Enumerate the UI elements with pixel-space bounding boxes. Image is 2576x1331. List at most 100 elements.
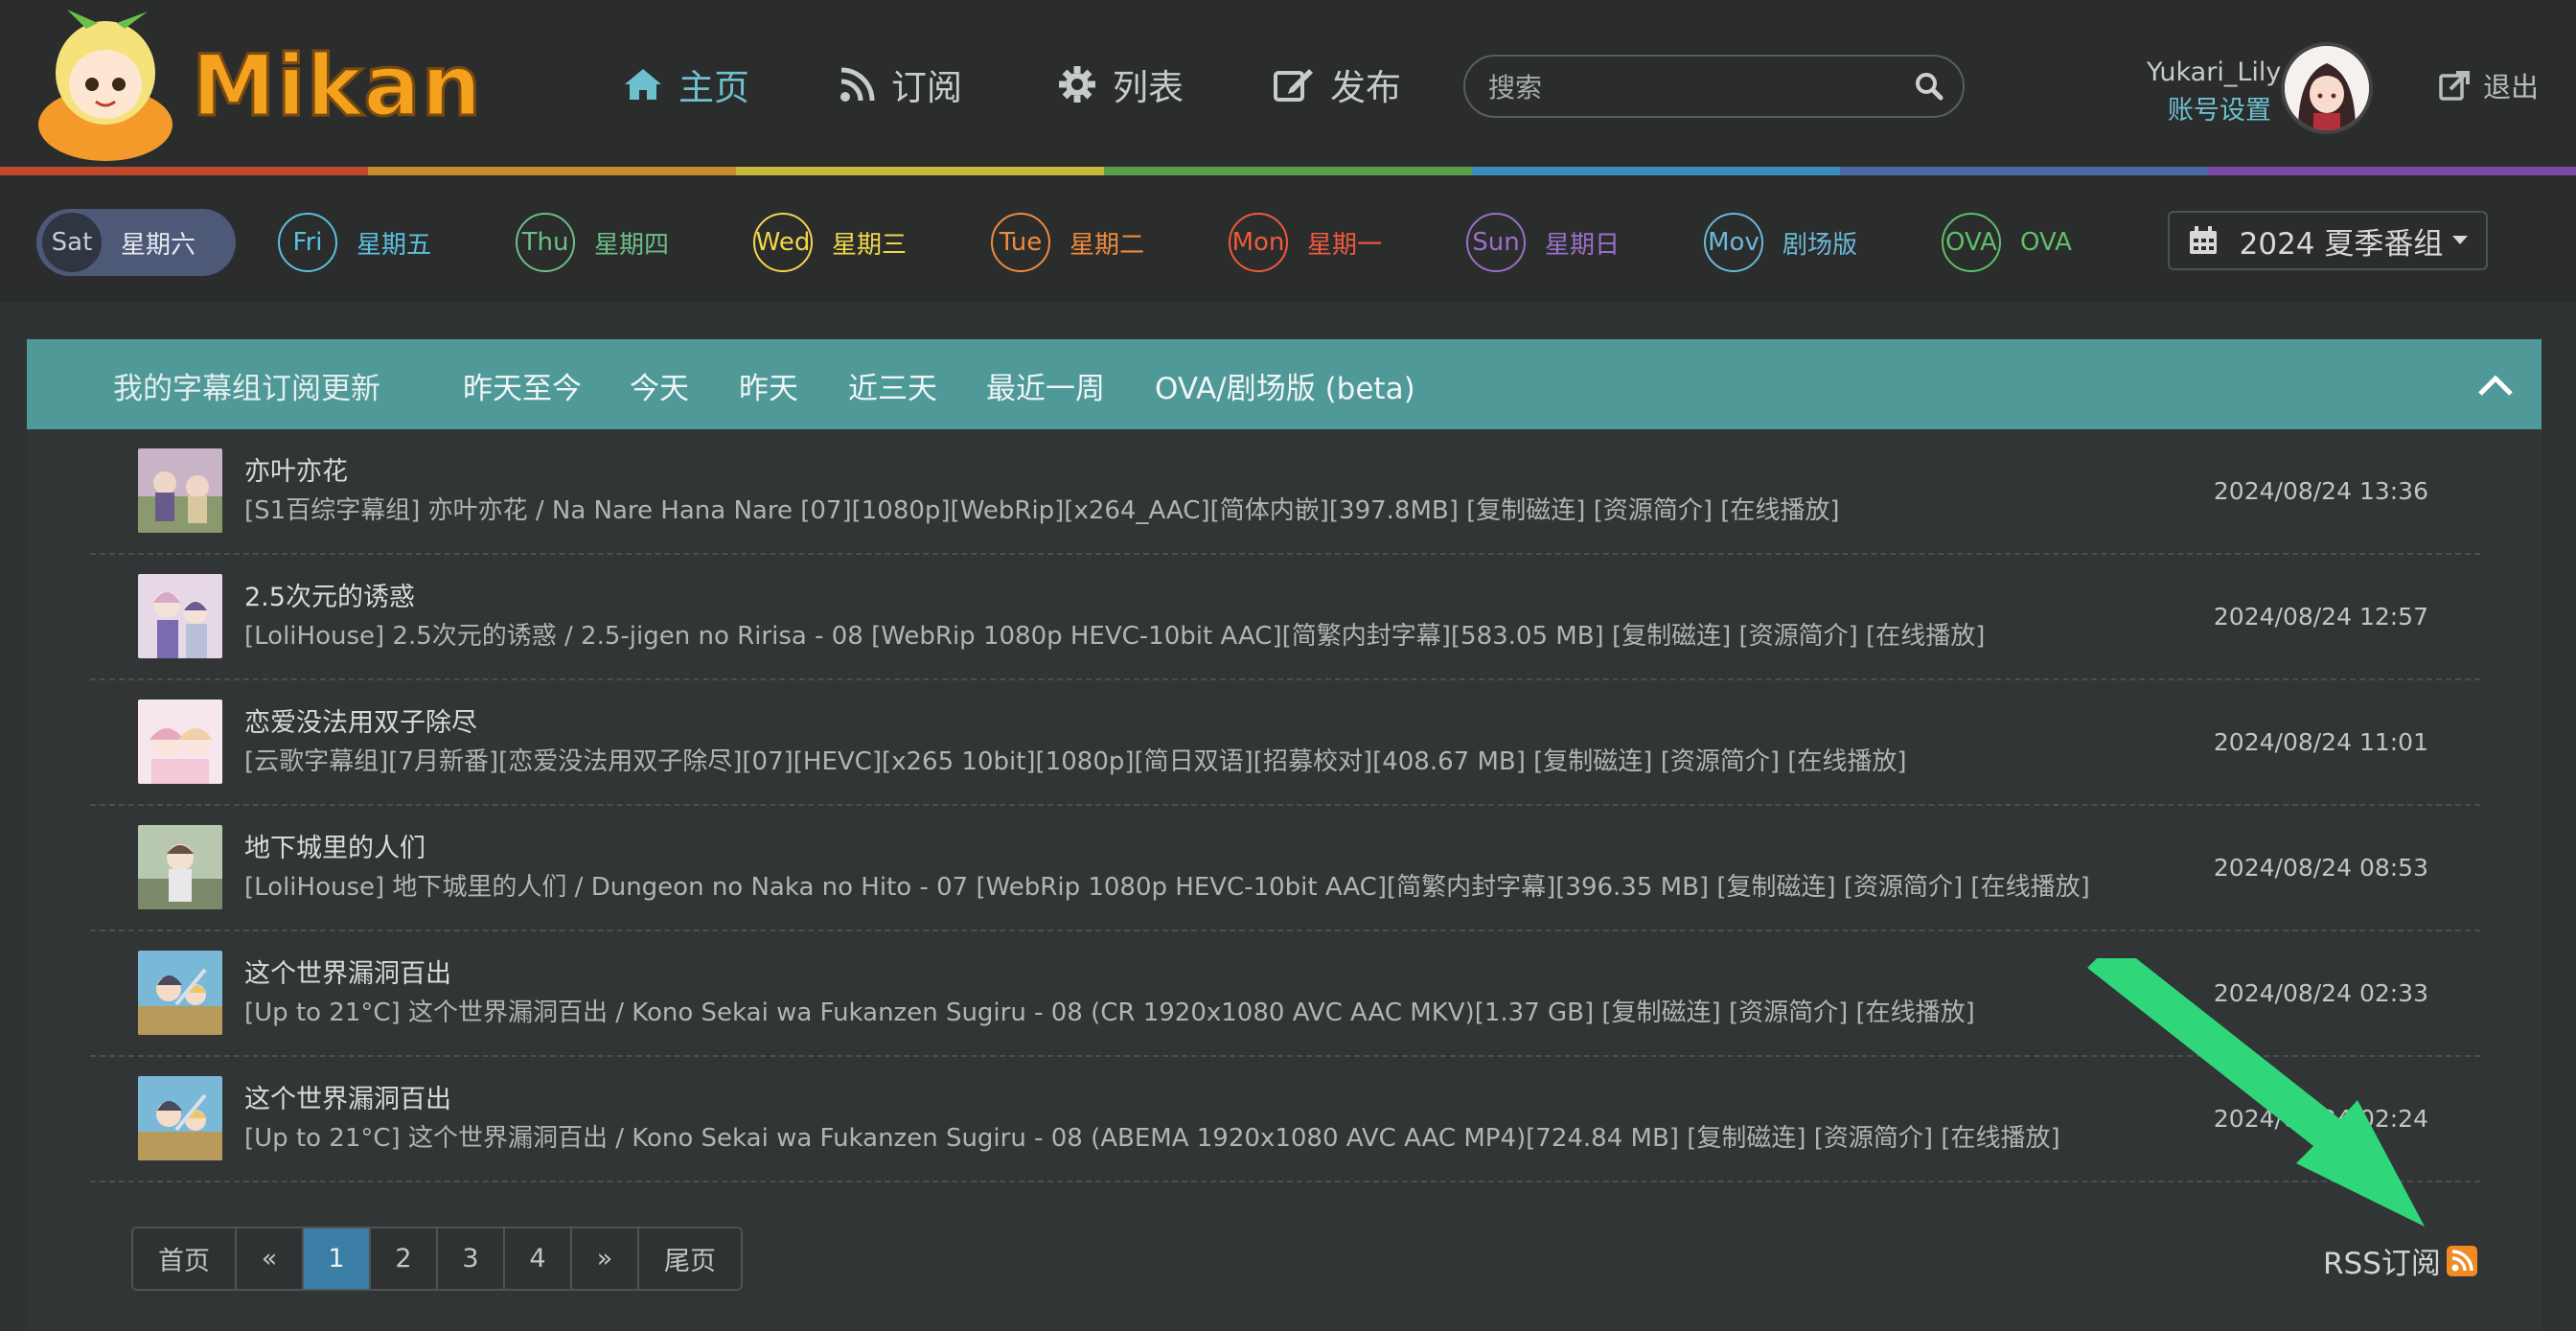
anime-title-link[interactable]: 恋爱没法用双子除尽 — [244, 701, 477, 739]
release-name-link[interactable]: [S1百综字幕组] 亦叶亦花 / Na Nare Hana Nare [07][… — [244, 491, 1840, 526]
tab-last-week[interactable]: 最近一周 — [986, 364, 1105, 407]
calendar-icon — [2188, 225, 2219, 256]
annotation-arrow-icon — [2087, 958, 2425, 1227]
day-sat[interactable]: Sat 星期六 — [36, 209, 237, 276]
tab-yesterday[interactable]: 昨天 — [739, 364, 798, 407]
top-navbar: Mikan 主页 订阅 列表 发布 Yukari_Lily 账号设置 — [0, 0, 2576, 175]
day-movie[interactable]: Mov 剧场版 — [1704, 209, 1857, 276]
logo-text: Mikan — [190, 35, 483, 137]
nav-subscribe[interactable]: 订阅 — [840, 56, 962, 113]
list-item: 恋爱没法用双子除尽 [云歌字幕组][7月新番][恋爱没法用双子除尽][07][H… — [90, 680, 2480, 806]
pagination-page-2[interactable]: 2 — [371, 1228, 438, 1289]
username: Yukari_Lily — [2147, 57, 2282, 87]
day-ova[interactable]: OVA OVA — [1942, 209, 2072, 276]
tab-ova-movie[interactable]: OVA/剧场版 (beta) — [1155, 364, 1415, 407]
anime-thumbnail[interactable] — [138, 574, 222, 658]
puzzle-icon — [1057, 64, 1097, 104]
day-abbr: Tue — [991, 213, 1050, 272]
day-label: 星期五 — [356, 230, 432, 260]
anime-title-link[interactable]: 2.5次元的诱惑 — [244, 576, 415, 613]
day-label: 剧场版 — [1782, 230, 1858, 260]
pagination-next[interactable]: » — [572, 1228, 639, 1289]
release-name-link[interactable]: [云歌字幕组][7月新番][恋爱没法用双子除尽][07][HEVC][x265 … — [244, 742, 1907, 777]
nav-list-label: 列表 — [1113, 67, 1184, 108]
nav-publish[interactable]: 发布 — [1273, 56, 1401, 113]
avatar[interactable] — [2281, 42, 2373, 134]
nav-subscribe-label: 订阅 — [891, 67, 962, 108]
chevron-down-icon — [2452, 236, 2469, 245]
pagination-last[interactable]: 尾页 — [639, 1228, 741, 1289]
search-input[interactable] — [1488, 68, 1891, 106]
day-abbr: Sun — [1466, 213, 1526, 272]
day-label: 星期四 — [594, 230, 670, 260]
day-mon[interactable]: Mon 星期一 — [1229, 209, 1382, 276]
rss-icon — [2446, 1245, 2477, 1276]
pagination-first[interactable]: 首页 — [133, 1228, 237, 1289]
tab-last-three-days[interactable]: 近三天 — [848, 364, 937, 407]
pagination-page-3[interactable]: 3 — [438, 1228, 505, 1289]
rainbow-divider — [0, 167, 2576, 175]
release-date: 2024/08/24 08:53 — [2213, 854, 2428, 882]
day-label: 星期一 — [1307, 230, 1383, 260]
edit-icon — [1273, 65, 1315, 103]
anime-thumbnail[interactable] — [138, 1076, 222, 1160]
release-name-link[interactable]: [LoliHouse] 2.5次元的诱惑 / 2.5-jigen no Riri… — [244, 616, 1985, 652]
mikan-logo[interactable]: Mikan — [29, 10, 483, 163]
rss-feed-icon — [840, 66, 876, 103]
anime-title-link[interactable]: 亦叶亦花 — [244, 450, 348, 488]
day-label: 星期日 — [1545, 230, 1621, 260]
list-item: 2.5次元的诱惑 [LoliHouse] 2.5次元的诱惑 / 2.5-jige… — [90, 555, 2480, 680]
home-icon — [623, 67, 663, 102]
nav-home[interactable]: 主页 — [623, 56, 749, 113]
release-name-link[interactable]: [Up to 21°C] 这个世界漏洞百出 / Kono Sekai wa Fu… — [244, 1118, 2060, 1154]
nav-list[interactable]: 列表 — [1057, 56, 1184, 113]
tab-today[interactable]: 今天 — [630, 364, 689, 407]
anime-title-link[interactable]: 地下城里的人们 — [244, 827, 426, 864]
logout-button[interactable]: 退出 — [2439, 65, 2539, 105]
search-box — [1463, 55, 1965, 118]
tab-since-yesterday[interactable]: 昨天至今 — [463, 364, 582, 407]
day-abbr: Wed — [753, 213, 813, 272]
pagination-page-4[interactable]: 4 — [505, 1228, 572, 1289]
anime-thumbnail[interactable] — [138, 448, 222, 533]
day-sun[interactable]: Sun 星期日 — [1466, 209, 1620, 276]
day-abbr: Mon — [1229, 213, 1288, 272]
season-dropdown[interactable]: 2024 夏季番组 — [2168, 211, 2488, 270]
anime-thumbnail[interactable] — [138, 700, 222, 784]
day-label: 星期二 — [1070, 230, 1145, 260]
pagination-page-1[interactable]: 1 — [304, 1228, 371, 1289]
anime-title-link[interactable]: 这个世界漏洞百出 — [244, 1078, 451, 1115]
panel-header: 我的字幕组订阅更新 昨天至今 今天 昨天 近三天 最近一周 OVA/剧场版 (b… — [27, 339, 2542, 429]
day-abbr: Thu — [516, 213, 575, 272]
list-item: 亦叶亦花 [S1百综字幕组] 亦叶亦花 / Na Nare Hana Nare … — [90, 429, 2480, 555]
search-icon[interactable] — [1915, 72, 1944, 104]
nav-publish-label: 发布 — [1330, 67, 1401, 108]
mascot-image — [38, 10, 172, 161]
release-name-link[interactable]: [Up to 21°C] 这个世界漏洞百出 / Kono Sekai wa Fu… — [244, 993, 1975, 1028]
release-name-link[interactable]: [LoliHouse] 地下城里的人们 / Dungeon no Naka no… — [244, 867, 2090, 903]
day-label: 星期六 — [121, 230, 196, 260]
day-tue[interactable]: Tue 星期二 — [991, 209, 1144, 276]
logout-icon — [2439, 70, 2472, 101]
release-date: 2024/08/24 11:01 — [2213, 728, 2428, 756]
day-abbr: Fri — [278, 213, 337, 272]
day-label: 星期三 — [832, 230, 908, 260]
collapse-chevron-up-icon[interactable] — [2472, 362, 2518, 408]
day-fri[interactable]: Fri 星期五 — [278, 209, 431, 276]
anime-title-link[interactable]: 这个世界漏洞百出 — [244, 952, 451, 990]
nav-home-label: 主页 — [678, 67, 749, 108]
pagination-prev[interactable]: « — [237, 1228, 304, 1289]
day-wed[interactable]: Wed 星期三 — [753, 209, 907, 276]
day-abbr: Mov — [1704, 213, 1763, 272]
day-abbr: Sat — [42, 213, 102, 272]
day-abbr: OVA — [1942, 213, 2001, 272]
day-thu[interactable]: Thu 星期四 — [516, 209, 669, 276]
logout-label: 退出 — [2483, 71, 2540, 103]
release-date: 2024/08/24 12:57 — [2213, 603, 2428, 631]
anime-thumbnail[interactable] — [138, 825, 222, 909]
account-settings-link[interactable]: 账号设置 — [2147, 89, 2271, 126]
release-date: 2024/08/24 13:36 — [2213, 477, 2428, 505]
pagination: 首页 « 1 2 3 4 » 尾页 — [131, 1227, 743, 1291]
anime-thumbnail[interactable] — [138, 951, 222, 1035]
panel-title: 我的字幕组订阅更新 — [113, 372, 380, 406]
